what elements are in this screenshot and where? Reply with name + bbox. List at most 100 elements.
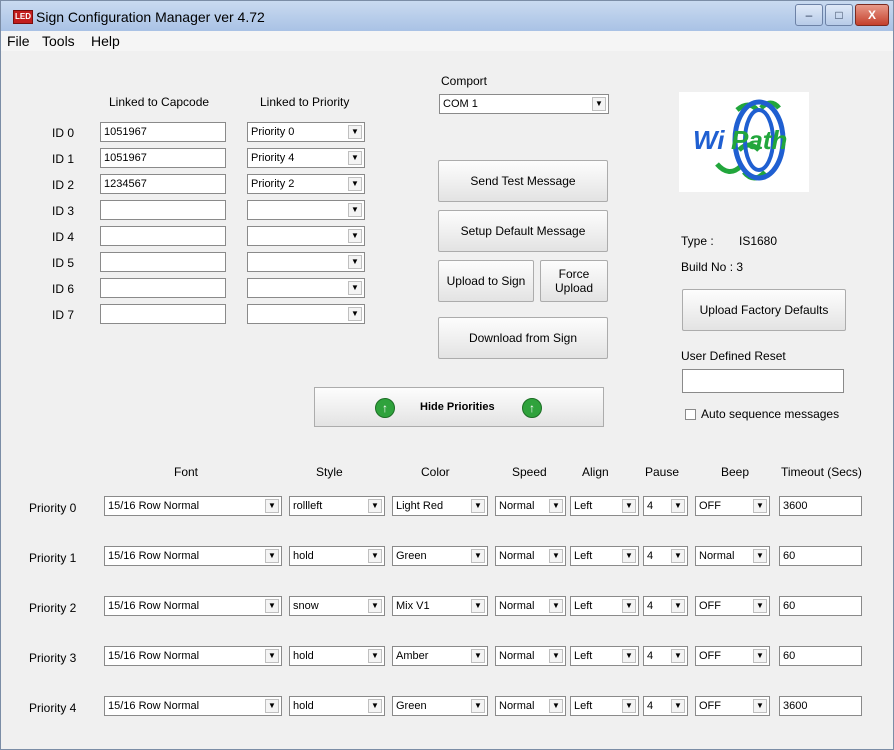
speed-select[interactable]: Normal ▼ <box>495 496 566 516</box>
capcode-input[interactable] <box>100 226 226 246</box>
chevron-down-icon: ▼ <box>592 97 606 111</box>
chevron-down-icon: ▼ <box>671 499 685 513</box>
auto-sequence-label: Auto sequence messages <box>701 407 840 421</box>
priority-select[interactable]: ▼ <box>247 304 365 324</box>
maximize-button[interactable]: □ <box>825 4 853 26</box>
chevron-down-icon: ▼ <box>368 549 382 563</box>
led-app-icon: LED <box>13 10 33 24</box>
align-select[interactable]: Left ▼ <box>570 646 639 666</box>
font-select[interactable]: 15/16 Row Normal ▼ <box>104 496 282 516</box>
priority-select[interactable]: ▼ <box>247 200 365 220</box>
pause-header: Pause <box>645 465 680 479</box>
beep-select[interactable]: OFF ▼ <box>695 496 770 516</box>
upload-factory-defaults-button[interactable]: Upload Factory Defaults <box>682 289 846 331</box>
timeout-input[interactable]: 60 <box>779 646 862 666</box>
upload-to-sign-button[interactable]: Upload to Sign <box>438 260 534 302</box>
comport-select[interactable]: COM 1 ▼ <box>439 94 609 114</box>
beep-select[interactable]: OFF ▼ <box>695 596 770 616</box>
user-reset-input[interactable] <box>682 369 844 393</box>
beep-select[interactable]: OFF ▼ <box>695 696 770 716</box>
priority-select[interactable]: Priority 0 ▼ <box>247 122 365 142</box>
linked-capcode-header: Linked to Capcode <box>109 95 210 109</box>
pause-select[interactable]: 4 ▼ <box>643 596 688 616</box>
pause-select[interactable]: 4 ▼ <box>643 496 688 516</box>
type-label: Type : <box>681 234 714 248</box>
priority-select[interactable]: Priority 2 ▼ <box>247 174 365 194</box>
timeout-input[interactable]: 3600 <box>779 496 862 516</box>
menu-tools[interactable]: Tools <box>42 33 75 49</box>
priority-select[interactable]: Priority 4 ▼ <box>247 148 365 168</box>
speed-select[interactable]: Normal ▼ <box>495 696 566 716</box>
capcode-input[interactable]: 1234567 <box>100 174 226 194</box>
speed-select[interactable]: Normal ▼ <box>495 596 566 616</box>
menu-bar: File Tools Help <box>1 31 893 51</box>
speed-select[interactable]: Normal ▼ <box>495 646 566 666</box>
priority-select[interactable]: ▼ <box>247 226 365 246</box>
minimize-button[interactable]: – <box>795 4 823 26</box>
close-button[interactable]: X <box>855 4 889 26</box>
timeout-input[interactable]: 60 <box>779 596 862 616</box>
chevron-down-icon: ▼ <box>348 255 362 269</box>
chevron-down-icon: ▼ <box>348 307 362 321</box>
style-select[interactable]: rollleft ▼ <box>289 496 385 516</box>
capcode-input[interactable] <box>100 200 226 220</box>
send-test-message-button[interactable]: Send Test Message <box>438 160 608 202</box>
font-select[interactable]: 15/16 Row Normal ▼ <box>104 646 282 666</box>
priority-row-label: Priority 4 <box>29 701 77 715</box>
chevron-down-icon: ▼ <box>348 151 362 165</box>
download-from-sign-button[interactable]: Download from Sign <box>438 317 608 359</box>
force-upload-button[interactable]: Force Upload <box>540 260 608 302</box>
menu-help[interactable]: Help <box>91 33 120 49</box>
color-select[interactable]: Green ▼ <box>392 696 488 716</box>
timeout-input[interactable]: 60 <box>779 546 862 566</box>
chevron-down-icon: ▼ <box>549 599 563 613</box>
chevron-down-icon: ▼ <box>265 699 279 713</box>
align-header: Align <box>582 465 609 479</box>
color-select[interactable]: Light Red ▼ <box>392 496 488 516</box>
menu-file[interactable]: File <box>7 33 30 49</box>
font-select[interactable]: 15/16 Row Normal ▼ <box>104 596 282 616</box>
font-select[interactable]: 15/16 Row Normal ▼ <box>104 546 282 566</box>
capcode-input[interactable] <box>100 304 226 324</box>
font-select[interactable]: 15/16 Row Normal ▼ <box>104 696 282 716</box>
timeout-input[interactable]: 3600 <box>779 696 862 716</box>
style-select[interactable]: snow ▼ <box>289 596 385 616</box>
setup-default-message-button[interactable]: Setup Default Message <box>438 210 608 252</box>
chevron-down-icon: ▼ <box>549 649 563 663</box>
hide-priorities-button[interactable]: ↑ Hide Priorities ↑ <box>314 387 604 427</box>
align-select[interactable]: Left ▼ <box>570 546 639 566</box>
pause-select[interactable]: 4 ▼ <box>643 546 688 566</box>
capcode-input[interactable]: 1051967 <box>100 122 226 142</box>
style-select[interactable]: hold ▼ <box>289 696 385 716</box>
priority-select[interactable]: ▼ <box>247 252 365 272</box>
color-select[interactable]: Green ▼ <box>392 546 488 566</box>
capcode-input[interactable] <box>100 278 226 298</box>
chevron-down-icon: ▼ <box>753 499 767 513</box>
chevron-down-icon: ▼ <box>471 599 485 613</box>
svg-text:Path: Path <box>731 125 787 155</box>
pause-select[interactable]: 4 ▼ <box>643 646 688 666</box>
app-window: LED Sign Configuration Manager ver 4.72 … <box>0 0 894 750</box>
wipath-logo-graphic: Wi Path <box>693 99 787 181</box>
align-select[interactable]: Left ▼ <box>570 496 639 516</box>
priority-row-label: Priority 3 <box>29 651 77 665</box>
capcode-input[interactable] <box>100 252 226 272</box>
svg-text:Wi: Wi <box>693 125 725 155</box>
user-reset-label: User Defined Reset <box>681 349 786 363</box>
color-select[interactable]: Amber ▼ <box>392 646 488 666</box>
capcode-input[interactable]: 1051967 <box>100 148 226 168</box>
style-select[interactable]: hold ▼ <box>289 646 385 666</box>
id-row-label: ID 4 <box>52 230 75 244</box>
speed-select[interactable]: Normal ▼ <box>495 546 566 566</box>
color-select[interactable]: Mix V1 ▼ <box>392 596 488 616</box>
id-row-label: ID 2 <box>52 178 75 192</box>
pause-select[interactable]: 4 ▼ <box>643 696 688 716</box>
chevron-down-icon: ▼ <box>471 499 485 513</box>
priority-select[interactable]: ▼ <box>247 278 365 298</box>
align-select[interactable]: Left ▼ <box>570 696 639 716</box>
align-select[interactable]: Left ▼ <box>570 596 639 616</box>
auto-sequence-checkbox[interactable] <box>685 409 696 420</box>
style-select[interactable]: hold ▼ <box>289 546 385 566</box>
beep-select[interactable]: OFF ▼ <box>695 646 770 666</box>
beep-select[interactable]: Normal ▼ <box>695 546 770 566</box>
